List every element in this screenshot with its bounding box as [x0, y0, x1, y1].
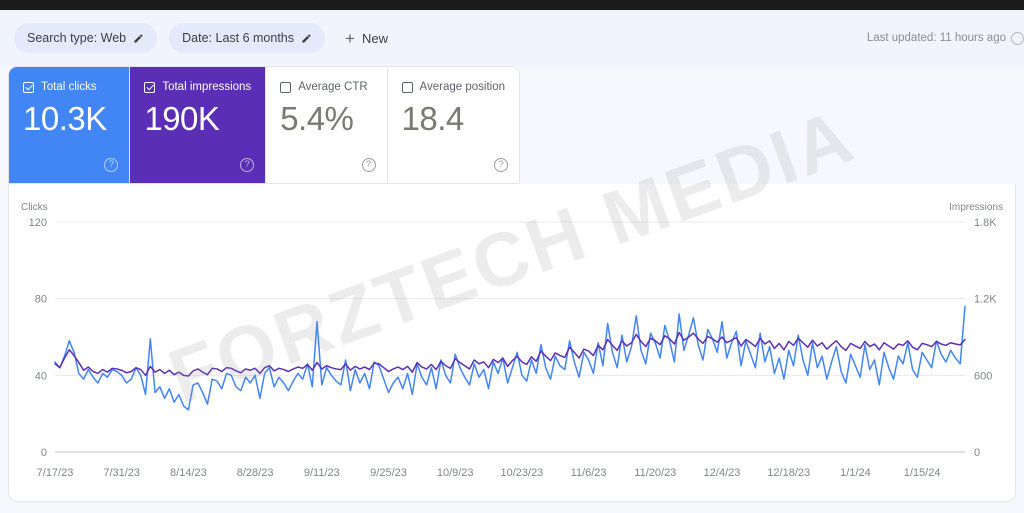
- filter-chip-date-label: Date: Last 6 months: [182, 31, 294, 45]
- help-circle-icon[interactable]: ?: [362, 158, 376, 172]
- metric-card-total-clicks[interactable]: Total clicks 10.3K ?: [9, 67, 130, 183]
- svg-text:80: 80: [35, 294, 47, 306]
- svg-text:1.2K: 1.2K: [974, 294, 997, 306]
- new-filter-label: New: [362, 31, 388, 46]
- metric-card-total-impressions-head: Total impressions: [144, 81, 251, 93]
- help-circle-icon[interactable]: ?: [104, 158, 118, 172]
- help-circle-icon[interactable]: ?: [240, 158, 254, 172]
- metric-card-average-ctr-head: Average CTR: [280, 81, 372, 93]
- checkbox-average-ctr[interactable]: [280, 82, 291, 93]
- metric-card-total-clicks-head: Total clicks: [23, 81, 115, 93]
- svg-text:12/18/23: 12/18/23: [767, 467, 810, 479]
- search-console-performance-page: Search type: Web Date: Last 6 months + N…: [0, 0, 1024, 513]
- plus-icon: +: [345, 30, 355, 47]
- checkbox-total-clicks[interactable]: [23, 82, 34, 93]
- last-updated-label: Last updated: 11 hours ago: [867, 32, 1006, 44]
- svg-text:11/20/23: 11/20/23: [634, 467, 676, 479]
- checkbox-total-impressions[interactable]: [144, 82, 155, 93]
- performance-line-chart[interactable]: 0 40 80 120 0 600 1.2K 1.8K 7/17/23 7/31/23 8/14/2…: [9, 184, 1017, 502]
- svg-text:1.8K: 1.8K: [974, 217, 997, 229]
- filter-toolbar: Search type: Web Date: Last 6 months + N…: [0, 10, 1024, 66]
- metric-card-average-position-value: 18.4: [402, 102, 505, 137]
- metric-card-average-ctr-value: 5.4%: [280, 102, 372, 137]
- metric-card-total-impressions-value: 190K: [144, 102, 251, 137]
- svg-text:9/25/23: 9/25/23: [370, 467, 407, 479]
- svg-text:11/6/23: 11/6/23: [571, 467, 607, 479]
- svg-text:8/14/23: 8/14/23: [170, 467, 207, 479]
- pencil-icon[interactable]: [133, 33, 144, 44]
- metric-card-average-position-head: Average position: [402, 81, 505, 93]
- svg-text:120: 120: [29, 217, 47, 229]
- top-dark-strip: [0, 0, 1024, 10]
- pencil-icon[interactable]: [301, 33, 312, 44]
- filter-chip-search-type[interactable]: Search type: Web: [14, 23, 157, 53]
- metric-card-average-ctr-label: Average CTR: [298, 81, 367, 93]
- svg-text:7/17/23: 7/17/23: [37, 467, 74, 479]
- svg-text:600: 600: [974, 370, 992, 382]
- metric-card-total-impressions-label: Total impressions: [162, 81, 251, 93]
- svg-text:8/28/23: 8/28/23: [237, 467, 274, 479]
- metric-card-average-position[interactable]: Average position 18.4 ?: [388, 67, 519, 183]
- svg-text:10/9/23: 10/9/23: [437, 467, 474, 479]
- svg-text:7/31/23: 7/31/23: [103, 467, 140, 479]
- help-circle-icon[interactable]: [1011, 32, 1024, 45]
- metric-card-average-ctr[interactable]: Average CTR 5.4% ?: [266, 67, 387, 183]
- checkbox-average-position[interactable]: [402, 82, 413, 93]
- filter-chip-date[interactable]: Date: Last 6 months: [169, 23, 325, 53]
- help-circle-icon[interactable]: ?: [494, 158, 508, 172]
- last-updated-status: Last updated: 11 hours ago: [867, 32, 1024, 45]
- svg-text:10/23/23: 10/23/23: [500, 467, 543, 479]
- svg-text:1/1/24: 1/1/24: [840, 467, 871, 479]
- metric-card-average-position-label: Average position: [420, 81, 505, 93]
- metric-card-total-clicks-value: 10.3K: [23, 102, 115, 137]
- svg-text:9/11/23: 9/11/23: [304, 467, 340, 479]
- svg-text:1/15/24: 1/15/24: [904, 467, 941, 479]
- svg-text:0: 0: [41, 447, 47, 459]
- filter-chip-search-type-label: Search type: Web: [27, 31, 126, 45]
- svg-text:40: 40: [35, 370, 47, 382]
- svg-text:12/4/23: 12/4/23: [704, 467, 741, 479]
- new-filter-button[interactable]: + New: [337, 23, 396, 53]
- svg-text:0: 0: [974, 447, 980, 459]
- metric-cards: Total clicks 10.3K ? Total impressions 1…: [8, 66, 520, 184]
- metric-card-total-clicks-label: Total clicks: [41, 81, 97, 93]
- performance-chart-panel: Clicks Impressions 0408012006001.2K1.8K7…: [8, 184, 1016, 502]
- metric-card-total-impressions[interactable]: Total impressions 190K ?: [130, 67, 266, 183]
